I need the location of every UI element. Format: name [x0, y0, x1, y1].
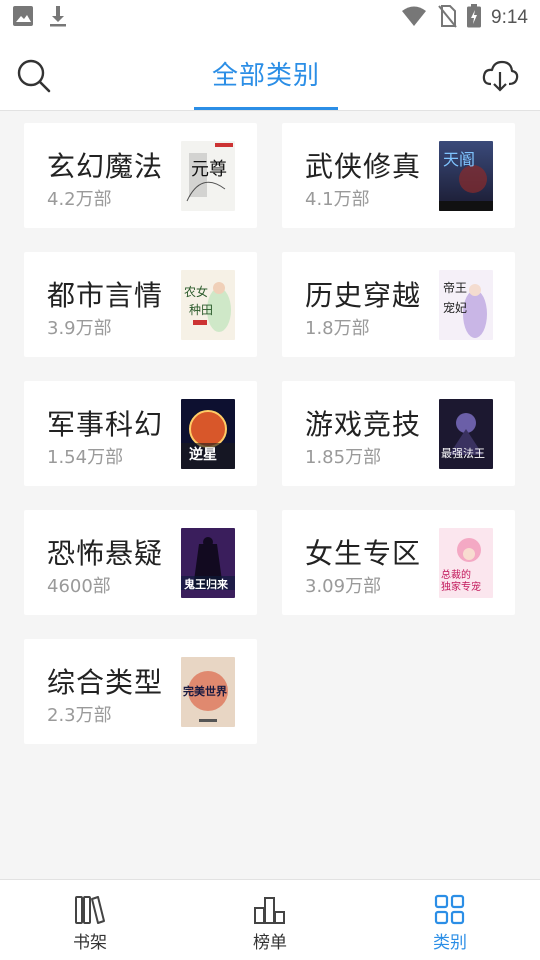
nav-label: 榜单	[253, 933, 287, 953]
category-name: 综合类型	[47, 666, 164, 699]
book-cover-image: 完美世界	[181, 657, 235, 727]
svg-text:元尊: 元尊	[191, 159, 227, 180]
category-count: 4.2万部	[47, 189, 112, 210]
download-icon	[48, 4, 68, 32]
bookshelf-icon	[75, 896, 105, 924]
category-name: 都市言情	[47, 279, 164, 312]
book-cover-image: 元尊	[181, 141, 235, 211]
category-count: 3.9万部	[47, 318, 112, 339]
category-card-youxi[interactable]: 游戏竞技 1.85万部 最强法王	[282, 381, 515, 486]
category-name: 游戏竞技	[305, 408, 422, 441]
status-time: 9:14	[491, 7, 528, 28]
svg-text:完美世界: 完美世界	[183, 684, 227, 698]
book-cover-image: 农女种田	[181, 270, 235, 340]
category-card-xuanhuan[interactable]: 玄幻魔法 4.2万部 元尊	[24, 123, 257, 228]
book-cover-image: 总裁的 独家专宠	[439, 528, 493, 598]
nav-category[interactable]: 类别	[360, 880, 540, 960]
category-grid: 玄幻魔法 4.2万部 元尊 武侠修真 4.1万部 天阍 都市言情 3.9万部 农…	[0, 111, 540, 879]
svg-text:独家专宠: 独家专宠	[441, 580, 481, 593]
category-grid-icon	[434, 894, 465, 925]
category-count: 3.09万部	[305, 576, 382, 597]
category-card-nvsheng[interactable]: 女生专区 3.09万部 总裁的 独家专宠	[282, 510, 515, 615]
category-name: 武侠修真	[305, 150, 422, 183]
search-icon	[17, 59, 51, 93]
category-name: 历史穿越	[305, 279, 422, 312]
status-bar: 9:14	[0, 0, 540, 36]
battery-charging-icon	[467, 4, 482, 32]
book-cover-image: 鬼王归来	[181, 528, 235, 598]
svg-text:天阍: 天阍	[443, 150, 475, 169]
svg-text:农女: 农女	[184, 284, 208, 299]
svg-text:种田: 种田	[189, 303, 213, 317]
category-count: 1.8万部	[305, 318, 370, 339]
category-count: 1.54万部	[47, 447, 124, 468]
bottom-navigation: 书架 榜单 类别	[0, 879, 540, 960]
category-card-zonghe[interactable]: 综合类型 2.3万部 完美世界	[24, 639, 257, 744]
ranking-icon	[254, 897, 285, 924]
cloud-download-button[interactable]	[480, 56, 520, 96]
category-count: 1.85万部	[305, 447, 382, 468]
nav-label: 书架	[73, 933, 107, 953]
nav-bookshelf[interactable]: 书架	[0, 880, 180, 960]
book-cover-image: 最强法王	[439, 399, 493, 469]
active-tab-indicator	[194, 107, 338, 110]
category-count: 4.1万部	[305, 189, 370, 210]
book-cover-image: 天阍	[439, 141, 493, 211]
svg-text:最强法王: 最强法王	[441, 446, 485, 460]
svg-text:鬼王归来: 鬼王归来	[184, 577, 229, 591]
tab-all-categories[interactable]: 全部类别	[194, 36, 338, 110]
category-name: 玄幻魔法	[47, 150, 164, 183]
nav-ranking[interactable]: 榜单	[180, 880, 360, 960]
top-app-bar: 全部类别	[0, 36, 540, 111]
category-name: 恐怖悬疑	[47, 537, 164, 570]
search-button[interactable]	[14, 56, 54, 96]
category-card-lishi[interactable]: 历史穿越 1.8万部 帝王宠妃	[282, 252, 515, 357]
category-card-junshi[interactable]: 军事科幻 1.54万部 逆星	[24, 381, 257, 486]
image-icon	[12, 5, 34, 31]
wifi-icon	[401, 5, 427, 31]
category-card-dushi[interactable]: 都市言情 3.9万部 农女种田	[24, 252, 257, 357]
book-cover-image: 逆星	[181, 399, 235, 469]
svg-text:宠妃: 宠妃	[443, 300, 467, 315]
svg-text:帝王: 帝王	[443, 280, 467, 295]
category-count: 4600部	[47, 576, 111, 597]
category-count: 2.3万部	[47, 705, 112, 726]
category-card-kongbu[interactable]: 恐怖悬疑 4600部 鬼王归来	[24, 510, 257, 615]
book-cover-image: 帝王 宠妃	[439, 270, 493, 340]
svg-text:总裁的: 总裁的	[441, 568, 471, 581]
nav-label: 类别	[433, 933, 467, 953]
no-sim-icon	[437, 4, 457, 32]
cloud-download-icon	[482, 60, 519, 92]
category-name: 军事科幻	[47, 408, 164, 441]
category-card-wuxia[interactable]: 武侠修真 4.1万部 天阍	[282, 123, 515, 228]
svg-text:逆星: 逆星	[189, 446, 217, 463]
category-name: 女生专区	[305, 537, 422, 570]
